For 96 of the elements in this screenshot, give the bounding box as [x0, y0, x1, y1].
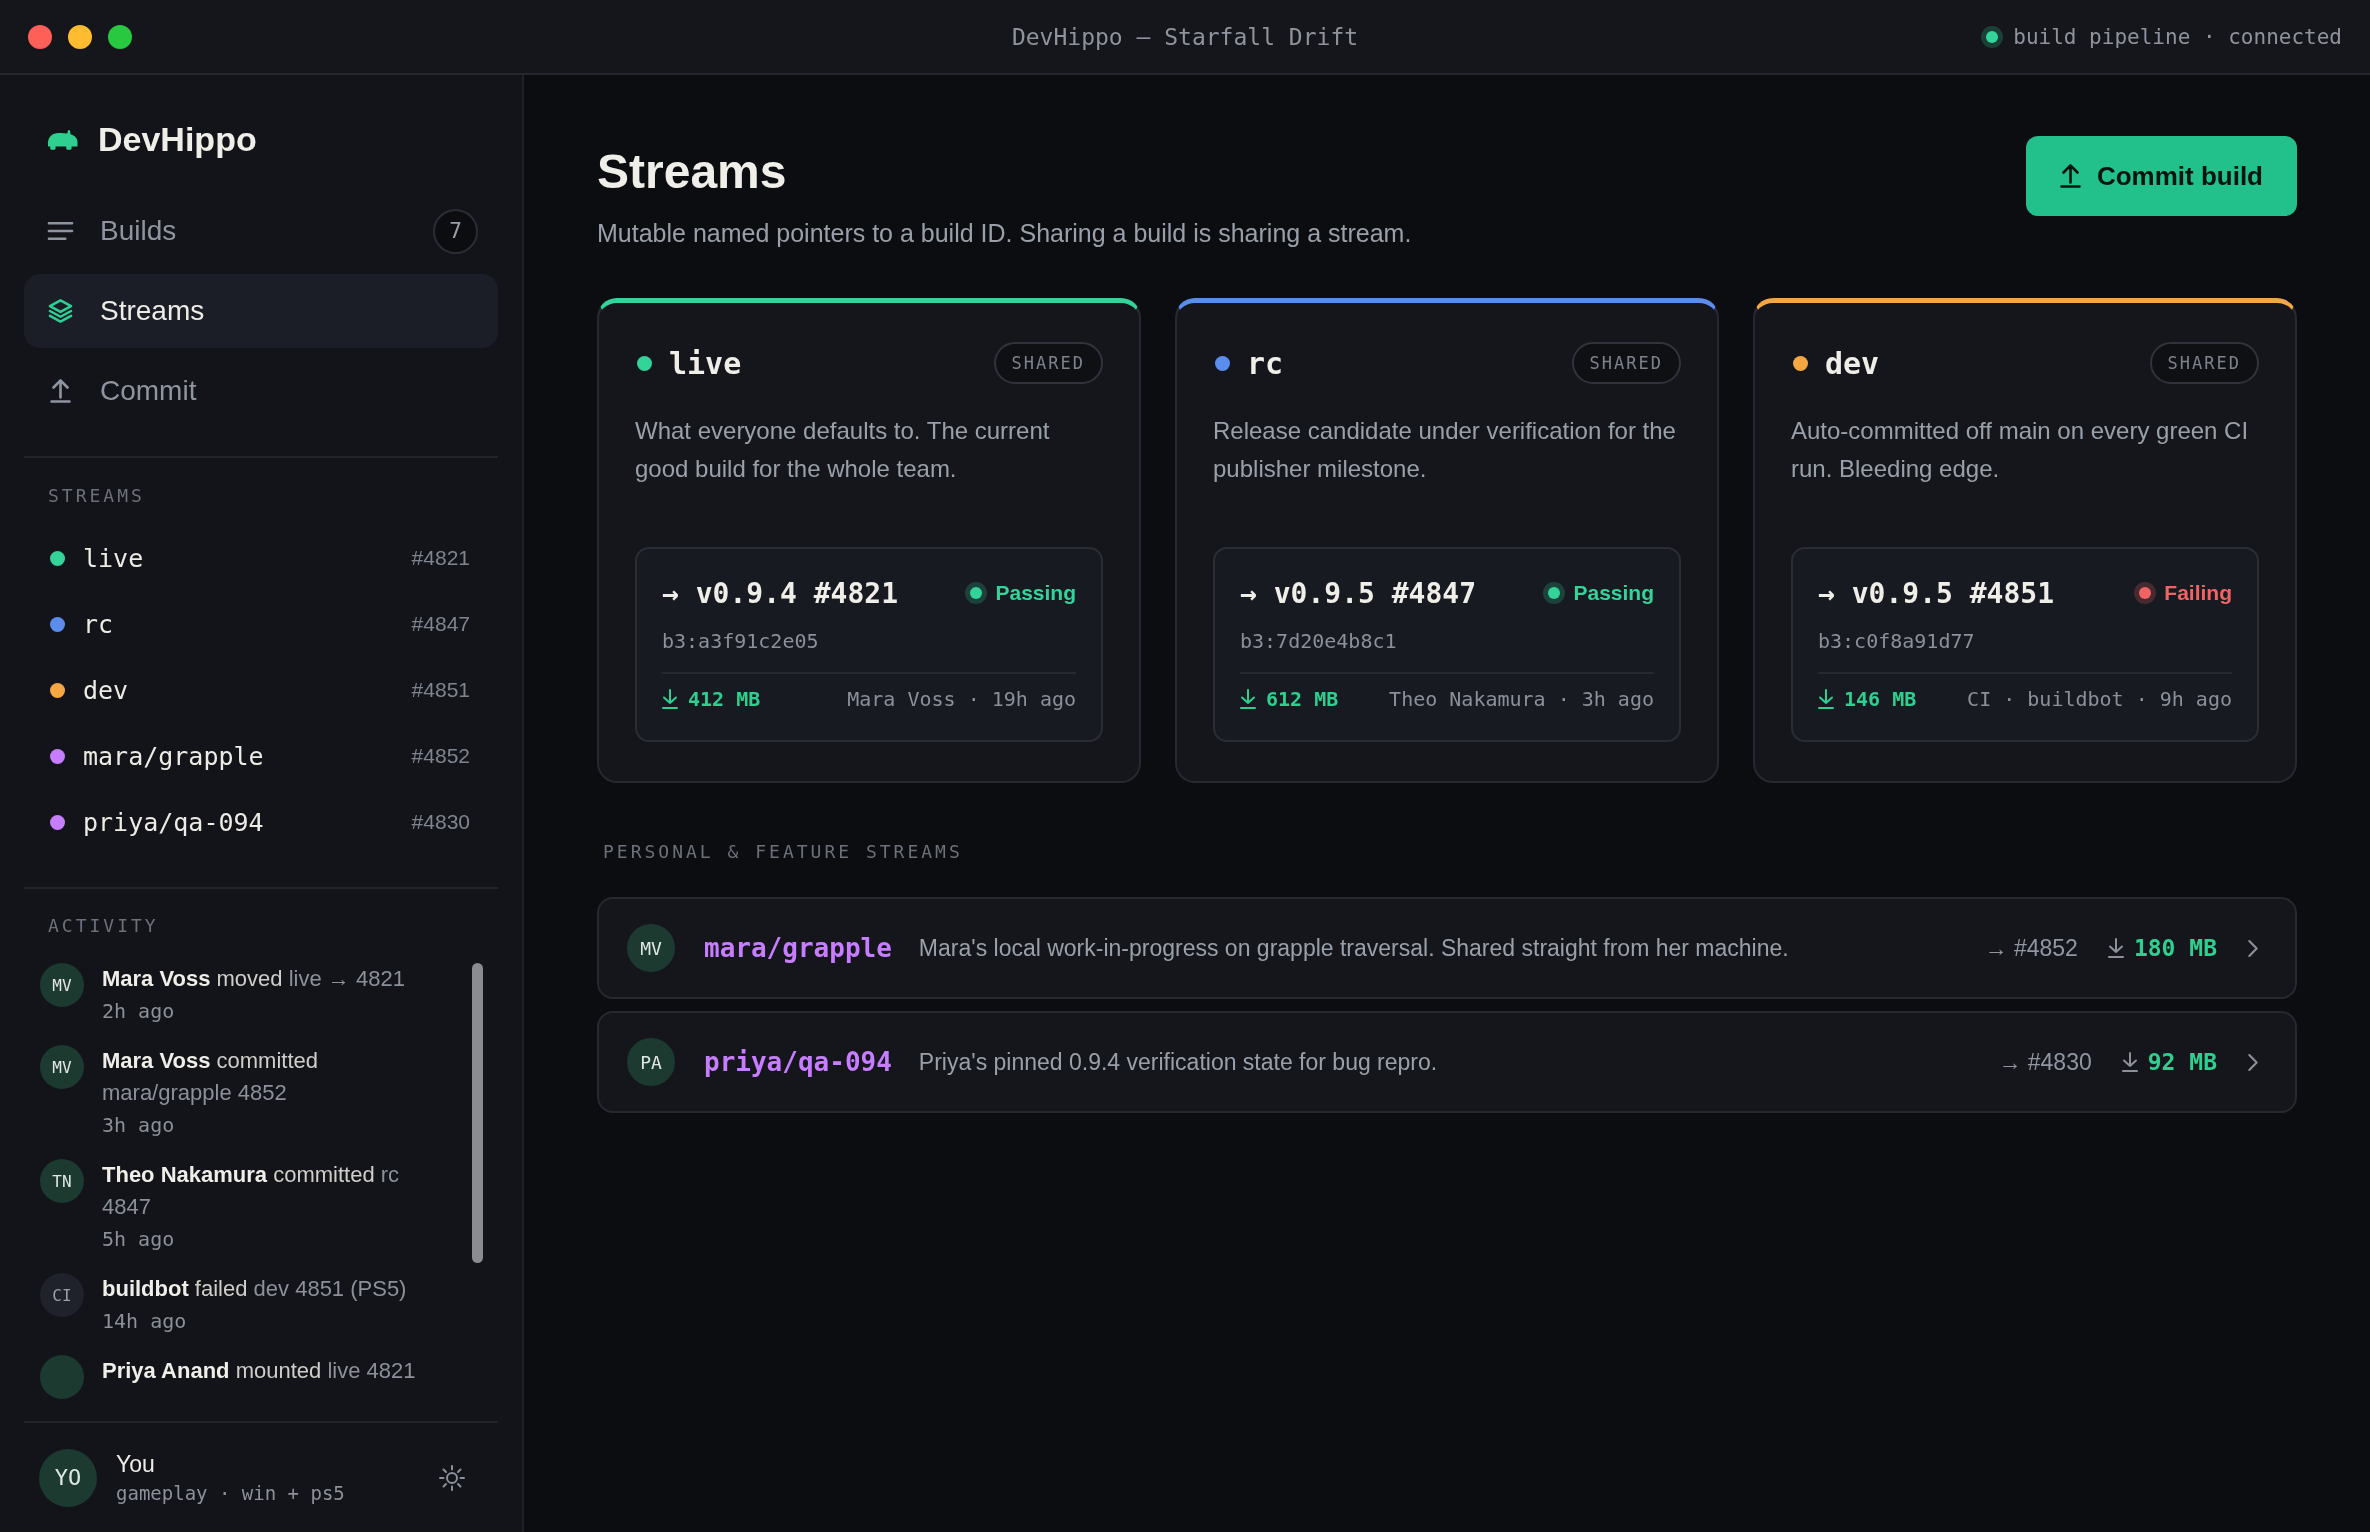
list-icon [47, 219, 74, 243]
build-pointer: → #4830 [1998, 1048, 2092, 1076]
window-minimize-button[interactable] [68, 24, 92, 49]
user-avatar: CI [40, 1273, 84, 1317]
activity-text: Theo Nakamura committed rc 4847 [102, 1161, 401, 1221]
build-size: 92 MB [2147, 1049, 2217, 1075]
build-size: 180 MB [2133, 935, 2217, 961]
shared-badge: SHARED [993, 342, 1103, 384]
page-subtitle: Mutable named pointers to a build ID. Sharing a build is sharing a stream. [597, 218, 1412, 249]
download-icon [1240, 688, 1256, 710]
build-meta: Theo Nakamura · 3h ago [1389, 687, 1654, 711]
user-name: You [116, 1449, 156, 1479]
section-heading: PERSONAL & FEATURE STREAMS [602, 840, 963, 864]
build-number: #4821 [411, 546, 470, 570]
build-number: #4830 [411, 810, 470, 834]
activity-text: Mara Voss moved live → 4821 [102, 965, 406, 993]
activity-time: 2h ago [102, 998, 176, 1025]
build-number: #4847 [411, 612, 470, 636]
section-heading: STREAMS [47, 484, 145, 508]
shared-badge: SHARED [1571, 342, 1681, 384]
stream-name: dev [1825, 345, 1880, 381]
nav-item[interactable]: Builds 7 [24, 194, 498, 268]
build-hash: b3:7d20e4b8c1 [1240, 628, 1398, 655]
stream-description: Priya's pinned 0.9.4 verification state for bug repro. [918, 1048, 1438, 1076]
stream-description: Auto-committed off main on every green CI run. Bleeding edge. [1791, 416, 2250, 484]
stream-link[interactable]: dev [83, 675, 129, 705]
nav-item[interactable]: Commit [24, 354, 498, 428]
connection-status: build pipeline · connected [2013, 24, 2342, 49]
build-meta: CI · buildbot · 9h ago [1967, 687, 2232, 711]
stream-name: mara/grapple [704, 933, 892, 963]
user-avatar: MV [627, 924, 675, 972]
hippo-logo-icon [47, 128, 78, 150]
build-hash: b3:c0f8a91d77 [1818, 628, 1976, 655]
status-dot-icon [1543, 582, 1566, 604]
window-zoom-button[interactable] [108, 24, 132, 49]
settings-icon[interactable] [438, 1463, 466, 1492]
status-dot-icon [965, 582, 988, 604]
activity-text: Priya Anand mounted live 4821 [102, 1357, 417, 1385]
upload-icon [47, 379, 74, 403]
window-close-button[interactable] [28, 24, 52, 49]
build-number: #4851 [411, 678, 470, 702]
build-status: Failing [2164, 581, 2232, 605]
download-icon [1818, 688, 1834, 710]
build-size: 612 MB [1266, 687, 1339, 711]
stream-name: live [669, 345, 742, 381]
stream-link[interactable]: rc [83, 609, 114, 639]
stream-description: Mara's local work-in-progress on grapple traversal. Shared straight from her machine. [918, 934, 1789, 962]
download-icon [2107, 937, 2124, 959]
layers-icon [47, 299, 74, 323]
build-meta: Mara Voss · 19h ago [847, 687, 1076, 711]
avatar-icon [40, 1355, 84, 1399]
commit-build-button[interactable]: Commit build [2025, 136, 2297, 216]
chevron-right-icon [2247, 1052, 2259, 1072]
scrollbar-thumb[interactable] [472, 963, 483, 1263]
build-status: Passing [995, 581, 1076, 605]
build-version: → v0.9.5 #4847 [1240, 576, 1476, 610]
nav-item[interactable]: Streams [24, 274, 498, 348]
build-number: #4852 [411, 744, 470, 768]
chevron-right-icon [2247, 938, 2259, 958]
count-badge: 7 [433, 208, 478, 254]
user-avatar: YO [39, 1448, 97, 1507]
build-version: → v0.9.4 #4821 [662, 576, 898, 610]
build-size: 412 MB [688, 687, 761, 711]
stream-description: What everyone defaults to. The current good build for the whole team. [635, 416, 1051, 484]
build-status: Passing [1573, 581, 1654, 605]
activity-time: 5h ago [102, 1226, 176, 1253]
user-detail: gameplay · win + ps5 [116, 1480, 345, 1506]
user-avatar: TN [40, 1159, 84, 1203]
activity-time: 14h ago [102, 1308, 188, 1335]
stream-link[interactable]: live [83, 543, 144, 573]
activity-text: Mara Voss committed mara/grapple 4852 [102, 1047, 319, 1107]
build-hash: b3:a3f91c2e05 [662, 628, 820, 655]
page-title: Streams [597, 144, 788, 200]
stream-link[interactable]: priya/qa-094 [83, 807, 264, 837]
build-size: 146 MB [1844, 687, 1917, 711]
download-icon [662, 688, 678, 710]
activity-text: buildbot failed dev 4851 (PS5) [102, 1275, 408, 1303]
build-pointer: → #4852 [1984, 934, 2078, 962]
stream-link[interactable]: mara/grapple [83, 741, 264, 771]
stream-name: priya/qa-094 [704, 1047, 892, 1077]
user-avatar: MV [40, 963, 84, 1007]
app-name: DevHippo [98, 119, 257, 160]
section-heading: ACTIVITY [47, 914, 159, 938]
stream-description: Release candidate under verification for the publisher milestone. [1213, 416, 1677, 484]
upload-icon [2059, 164, 2081, 188]
download-icon [2121, 1051, 2138, 1073]
user-avatar: PA [627, 1038, 675, 1086]
user-avatar: MV [40, 1045, 84, 1089]
build-version: → v0.9.5 #4851 [1818, 576, 2054, 610]
stream-row[interactable]: PA priya/qa-094 Priya's pinned 0.9.4 verification state for bug repro. → #4830 92 MB [597, 1011, 2297, 1113]
stream-name: rc [1247, 345, 1284, 381]
window-title: DevHippo — Starfall Drift [1011, 23, 1359, 50]
stream-row[interactable]: MV mara/grapple Mara's local work-in-progress on grapple traversal. Shared straight from her machine. → #4852 180 MB [597, 897, 2297, 999]
status-dot-icon [2134, 582, 2157, 604]
activity-time: 3h ago [102, 1112, 176, 1139]
shared-badge: SHARED [2149, 342, 2259, 384]
